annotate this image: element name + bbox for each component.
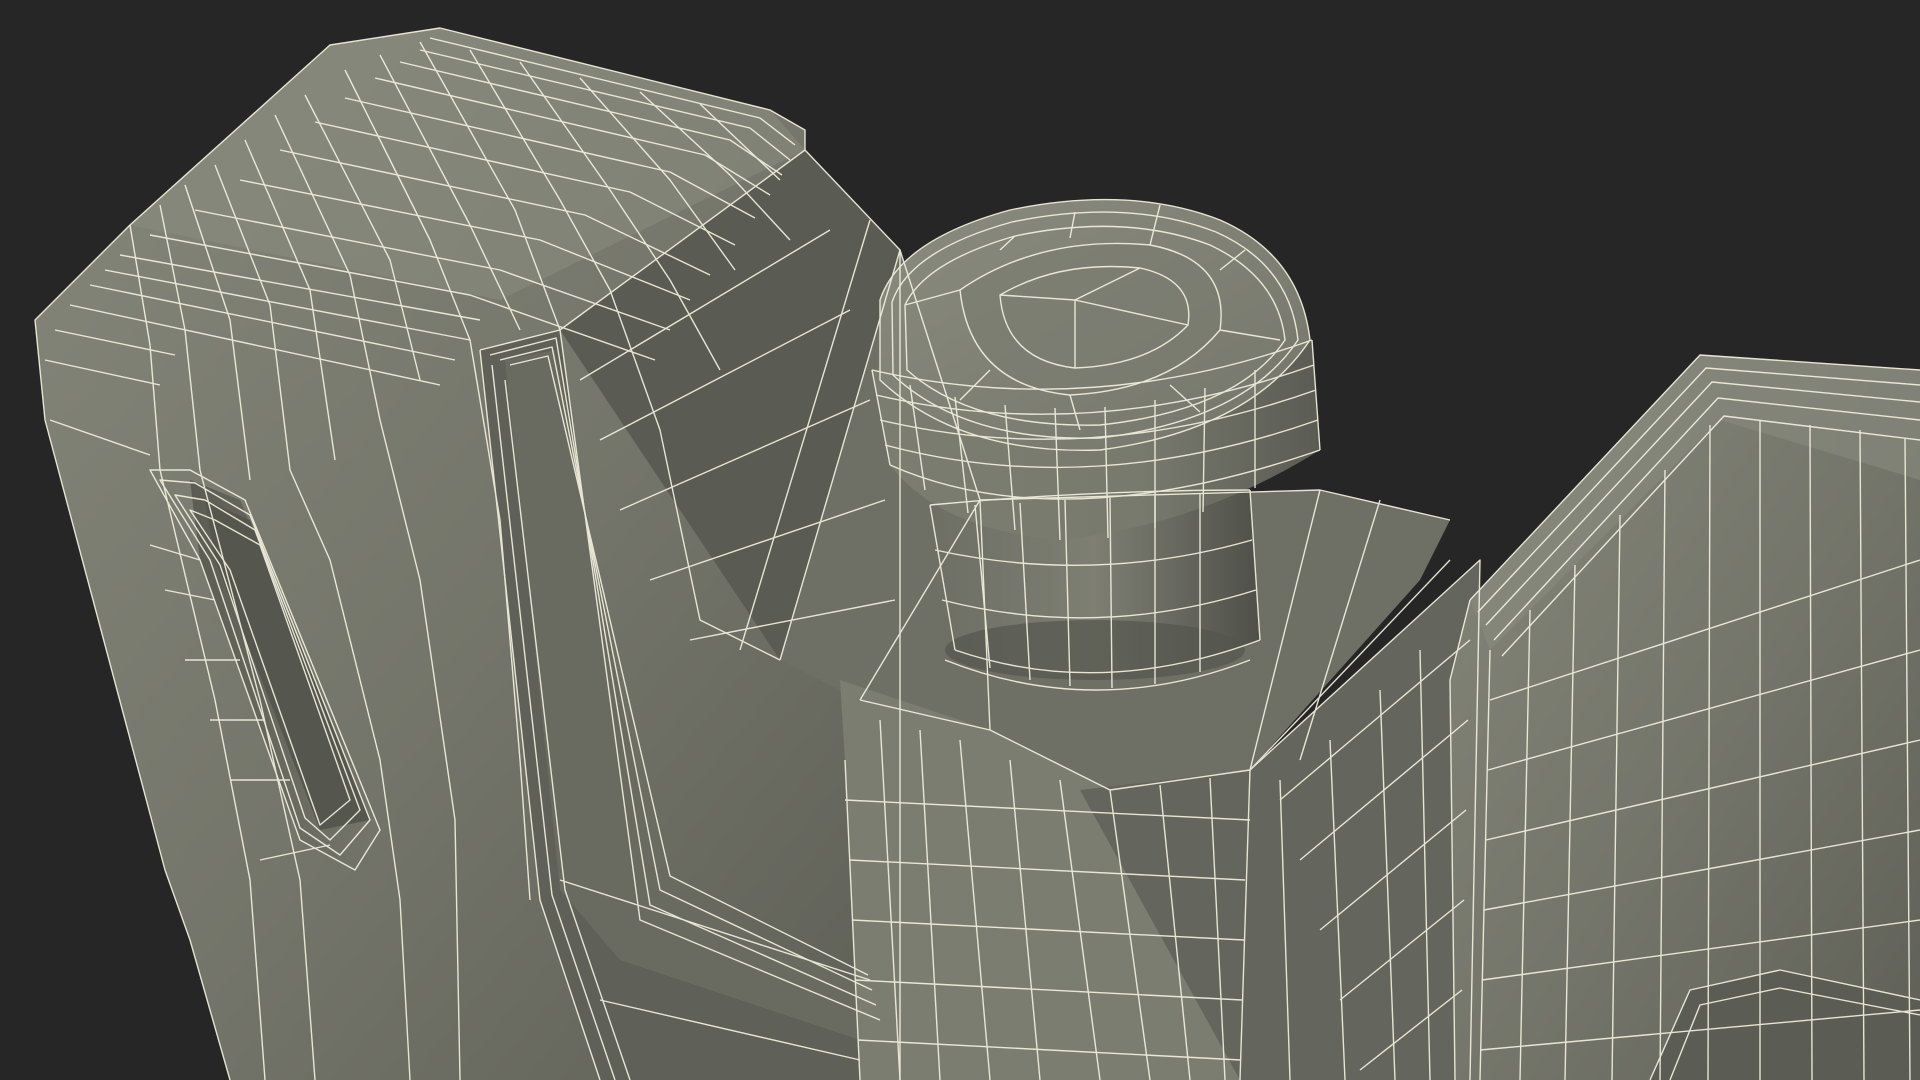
right-tank-body [1450,355,1920,1080]
wireframe-render [34,27,1920,1080]
render-viewport [0,0,1920,1080]
left-tank-body [35,28,900,1080]
